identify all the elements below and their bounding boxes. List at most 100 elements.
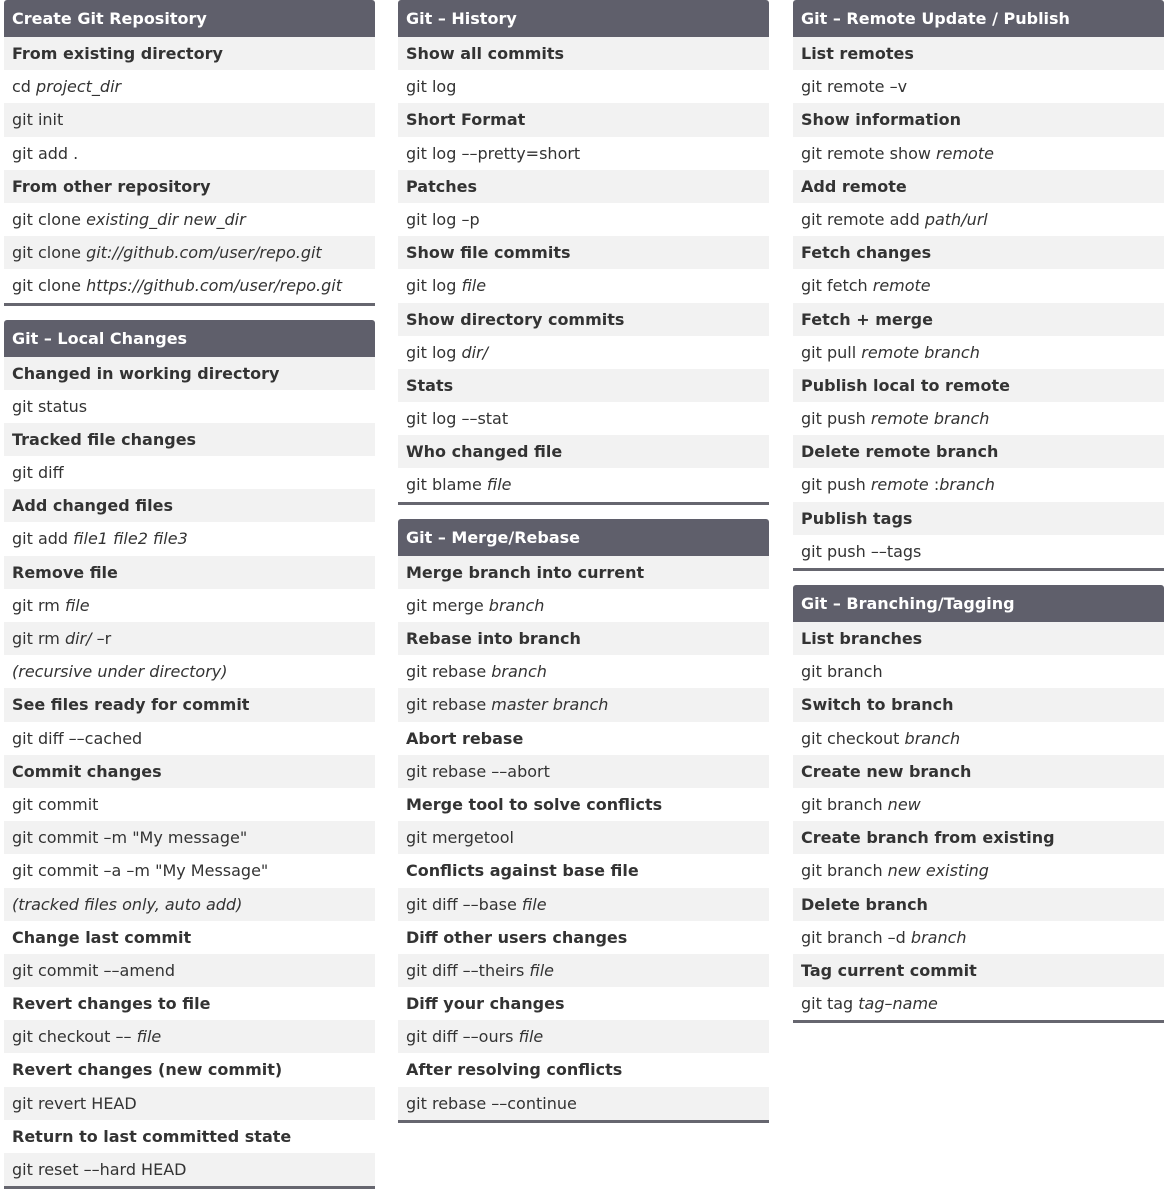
placeholder-argument: (tracked files only, auto add) [12, 894, 243, 914]
placeholder-argument: path/url [924, 209, 988, 229]
column-right: Git – Remote Update / Publish List remote… [793, 0, 1164, 1037]
command-text: Delete branch [801, 894, 928, 914]
placeholder-argument: file [521, 894, 547, 914]
command-text: Abort rebase [406, 728, 524, 748]
placeholder-argument: file [486, 475, 512, 495]
task-heading: Change last commit [4, 920, 375, 954]
task-heading: Delete branch [793, 887, 1164, 921]
command-text: Conflicts against base file [406, 861, 639, 881]
task-heading: List branches [793, 622, 1164, 656]
placeholder-argument: new [887, 794, 921, 814]
command-text: Publish tags [801, 508, 913, 528]
task-heading: Conflicts against base file [398, 854, 769, 888]
command-line: git log ––pretty=short [398, 136, 769, 170]
command-text: Show information [801, 110, 961, 130]
command-line: git branch [793, 655, 1164, 689]
task-heading: Fetch + merge [793, 302, 1164, 336]
section-body: Merge branch into current git merge branc… [398, 555, 769, 1123]
command-line: (tracked files only, auto add) [4, 887, 375, 921]
command-text: Revert changes (new commit) [12, 1060, 283, 1080]
task-heading: Switch to branch [793, 688, 1164, 722]
section-title: Git – History [398, 0, 769, 37]
placeholder-argument: master branch [491, 695, 609, 715]
placeholder-argument: project_dir [36, 77, 122, 97]
command-text: git tag [801, 994, 859, 1014]
command-line: git rebase branch [398, 655, 769, 689]
column-left: Create Git Repository From existing direc… [4, 0, 375, 1203]
section-git-merge-rebase: Git – Merge/Rebase Merge branch into curr… [398, 518, 769, 1123]
placeholder-argument: dir/ [461, 342, 489, 362]
task-heading: Changed in working directory [4, 356, 375, 390]
task-heading: Stats [398, 368, 769, 403]
command-text: git rebase ––continue [406, 1093, 577, 1113]
section-title: Git – Merge/Rebase [398, 518, 769, 556]
placeholder-argument: file1 file2 file3 [73, 529, 188, 549]
task-heading: Publish local to remote [793, 368, 1164, 403]
command-text: Fetch changes [801, 243, 932, 263]
command-line: git log dir/ [398, 335, 769, 369]
command-text: git log ––stat [406, 409, 509, 429]
command-line: git branch –d branch [793, 920, 1164, 954]
command-text: git mergetool [406, 828, 514, 848]
command-text: cd [12, 77, 37, 97]
command-line: git remote –v [793, 70, 1164, 104]
command-line: git remote add path/url [793, 202, 1164, 237]
task-heading: Merge tool to solve conflicts [398, 787, 769, 822]
command-text: Return to last committed state [12, 1126, 292, 1146]
command-text: Change last commit [12, 927, 192, 947]
task-heading: Abort rebase [398, 721, 769, 755]
command-text: git log –p [406, 209, 480, 229]
command-line: git rebase master branch [398, 688, 769, 722]
task-heading: From existing directory [4, 37, 375, 71]
command-text: From other repository [12, 176, 211, 196]
command-text: Tracked file changes [12, 429, 197, 449]
task-heading: After resolving conflicts [398, 1053, 769, 1087]
command-line: git pull remote branch [793, 335, 1164, 369]
command-line: git rm dir/ –r [4, 622, 375, 656]
command-text: –r [91, 629, 112, 648]
placeholder-argument: file [136, 1027, 162, 1047]
placeholder-argument: existing_dir new_dir [86, 209, 246, 229]
command-text: git add [12, 529, 74, 549]
command-text: git rebase ––abort [406, 761, 550, 781]
task-heading: Show file commits [398, 236, 769, 270]
task-heading: Short Format [398, 103, 769, 137]
command-text: git remote –v [801, 77, 908, 97]
command-text: Who changed file [406, 442, 563, 462]
command-text: git push [801, 475, 871, 495]
placeholder-argument: file [461, 276, 487, 296]
command-text: git commit ––amend [12, 960, 176, 980]
command-text: git remote add [801, 209, 925, 229]
command-text: git merge [406, 595, 489, 615]
placeholder-argument: branch [939, 475, 995, 495]
command-line: git diff ––ours file [398, 1020, 769, 1054]
command-line: git diff ––base file [398, 887, 769, 921]
command-line: git diff [4, 456, 375, 490]
task-heading: See files ready for commit [4, 688, 375, 722]
command-line: git push remote :branch [793, 468, 1164, 502]
command-line: git init [4, 103, 375, 137]
command-text: git push [801, 409, 871, 429]
task-heading: Show information [793, 103, 1164, 137]
command-text: Diff other users changes [406, 927, 628, 947]
command-text: After resolving conflicts [406, 1060, 623, 1080]
task-heading: Who changed file [398, 435, 769, 469]
command-text: List remotes [801, 44, 914, 63]
placeholder-argument: dir/ [64, 629, 92, 648]
command-text: Delete remote branch [801, 442, 999, 462]
command-line: git branch new [793, 787, 1164, 822]
section-title: Git – Branching/Tagging [793, 585, 1164, 622]
task-heading: Tracked file changes [4, 422, 375, 457]
task-heading: Remove file [4, 555, 375, 589]
placeholder-argument: remote branch [870, 409, 990, 429]
command-text: git revert HEAD [12, 1093, 137, 1113]
command-text: git log ––pretty=short [406, 143, 581, 163]
command-text: git rm [12, 629, 65, 648]
placeholder-argument: git://github.com/user/repo.git [86, 243, 322, 263]
task-heading: Patches [398, 169, 769, 203]
section-create-git-repository: Create Git Repository From existing direc… [4, 0, 375, 306]
placeholder-argument: branch [904, 728, 961, 748]
command-text: git rebase [406, 695, 492, 715]
placeholder-argument: remote [872, 276, 931, 296]
task-heading: Add remote [793, 169, 1164, 203]
